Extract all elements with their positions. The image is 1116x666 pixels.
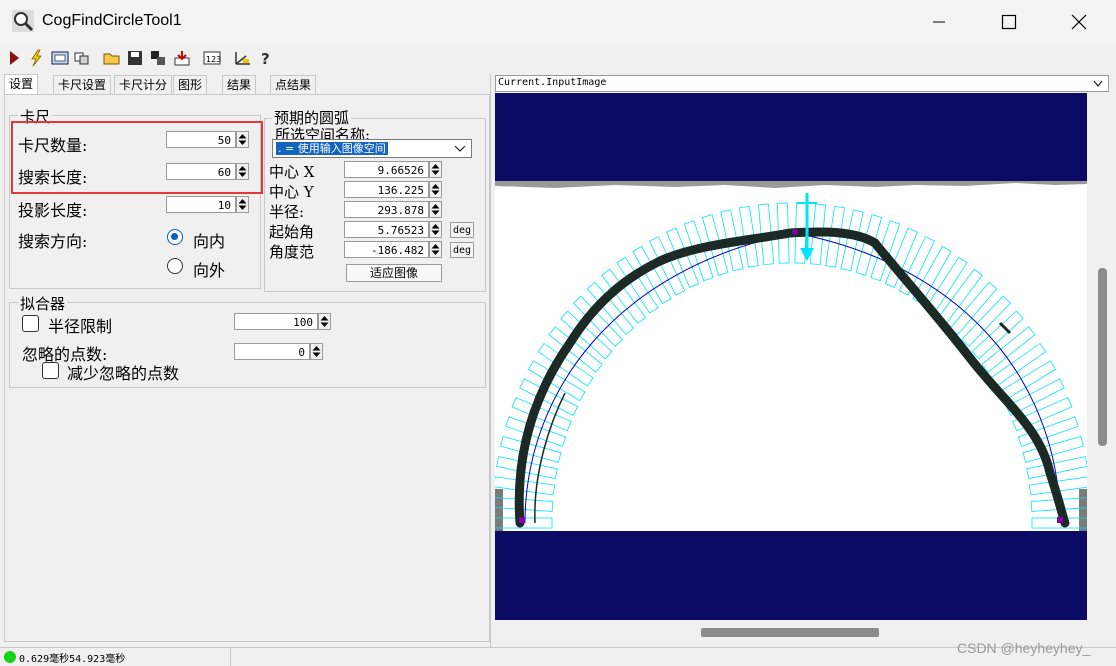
ignore-points-input[interactable]: 0: [234, 343, 310, 360]
fit-image-button[interactable]: 适应图像: [346, 264, 442, 282]
center-x-label: 中心 X: [269, 163, 315, 181]
start-angle-label: 起始角: [269, 223, 315, 241]
space-name-select[interactable]: . = 使用输入图像空间: [272, 139, 472, 158]
import-icon[interactable]: [172, 47, 192, 69]
radius-spinner[interactable]: [429, 201, 442, 218]
tab-results[interactable]: 结果: [222, 75, 257, 95]
space-name-value: . = 使用输入图像空间: [276, 142, 388, 155]
title-bar: CogFindCircleTool1: [0, 0, 1116, 44]
direction-inward-radio[interactable]: [167, 229, 183, 245]
reduce-ignore-label: 减少忽略的点数: [67, 364, 180, 383]
fitter-group-label: 拟合器: [18, 293, 68, 314]
status-bar: 0.629毫秒54.923毫秒: [0, 647, 1116, 666]
watermark: CSDN @heyheyhey_: [957, 640, 1091, 656]
center-x-input[interactable]: 9.66526: [344, 161, 429, 178]
help-icon[interactable]: ?: [256, 47, 276, 69]
center-y-label: 中心 Y: [269, 183, 314, 201]
reduce-ignore-checkbox[interactable]: [42, 362, 59, 379]
angle-range-deg-button[interactable]: deg: [450, 242, 474, 258]
angle-range-label: 角度范: [269, 243, 315, 261]
search-direction-label: 搜索方向:: [18, 232, 88, 251]
open-folder-icon[interactable]: [102, 47, 122, 69]
center-y-spinner[interactable]: [429, 181, 442, 198]
angle-range-spinner[interactable]: [429, 241, 442, 258]
image-viewport[interactable]: [495, 93, 1087, 620]
tab-settings[interactable]: 设置: [4, 74, 39, 95]
maximize-button[interactable]: [974, 0, 1044, 44]
ignore-points-spinner[interactable]: [310, 343, 323, 360]
vertical-scroll-thumb[interactable]: [1098, 268, 1107, 446]
close-button[interactable]: [1044, 0, 1114, 44]
electric-run-icon[interactable]: [26, 47, 46, 69]
projection-length-input[interactable]: 10: [166, 196, 236, 213]
svg-text:123: 123: [206, 55, 221, 64]
image-selector-value: Current.InputImage: [498, 77, 607, 88]
direction-outward-radio[interactable]: [167, 258, 183, 274]
radius-limit-input[interactable]: 100: [234, 313, 318, 330]
tab-graphics[interactable]: 图形: [173, 75, 208, 95]
app-search-icon: [12, 10, 34, 32]
inspection-image: [495, 93, 1087, 620]
save-icon[interactable]: [125, 47, 145, 69]
angle-range-input[interactable]: -186.482: [344, 241, 429, 258]
start-angle-deg-button[interactable]: deg: [450, 222, 474, 238]
start-angle-input[interactable]: 5.76523: [344, 221, 429, 238]
highlight-box: [11, 121, 263, 194]
tab-caliper-settings[interactable]: 卡尺设置: [53, 75, 112, 95]
direction-outward-label: 向外: [193, 261, 226, 280]
display-icon[interactable]: [50, 47, 70, 69]
center-y-input[interactable]: 136.225: [344, 181, 429, 198]
tab-caliper-scoring[interactable]: 卡尺计分: [114, 75, 173, 95]
run-icon[interactable]: [4, 47, 24, 69]
status-timing: 0.629毫秒54.923毫秒: [19, 654, 126, 665]
properties-icon[interactable]: [72, 47, 92, 69]
radius-limit-spinner[interactable]: [318, 313, 331, 330]
svg-text:?: ?: [261, 50, 270, 66]
radius-limit-label: 半径限制: [48, 317, 113, 336]
tab-point-results[interactable]: 点结果: [270, 75, 317, 95]
minimize-button[interactable]: [904, 0, 974, 44]
projection-length-label: 投影长度:: [18, 201, 88, 220]
projection-length-spinner[interactable]: [236, 196, 249, 213]
status-divider: [230, 648, 231, 666]
chevron-down-icon: [1092, 78, 1104, 92]
calibration-icon[interactable]: [233, 47, 253, 69]
radius-label: 半径:: [269, 203, 305, 221]
vertical-scrollbar[interactable]: [1094, 93, 1112, 620]
horizontal-scroll-thumb[interactable]: [701, 628, 879, 637]
radius-input[interactable]: 293.878: [344, 201, 429, 218]
copy-icon[interactable]: [148, 47, 168, 69]
direction-inward-label: 向内: [193, 232, 226, 251]
image-selector[interactable]: Current.InputImage: [495, 75, 1109, 92]
window-title: CogFindCircleTool1: [42, 12, 182, 29]
radius-limit-checkbox[interactable]: [22, 315, 39, 332]
numeric-icon[interactable]: 123: [202, 47, 222, 69]
start-angle-spinner[interactable]: [429, 221, 442, 238]
status-ok-icon: [4, 651, 16, 663]
chevron-down-icon: [453, 143, 467, 158]
center-x-spinner[interactable]: [429, 161, 442, 178]
